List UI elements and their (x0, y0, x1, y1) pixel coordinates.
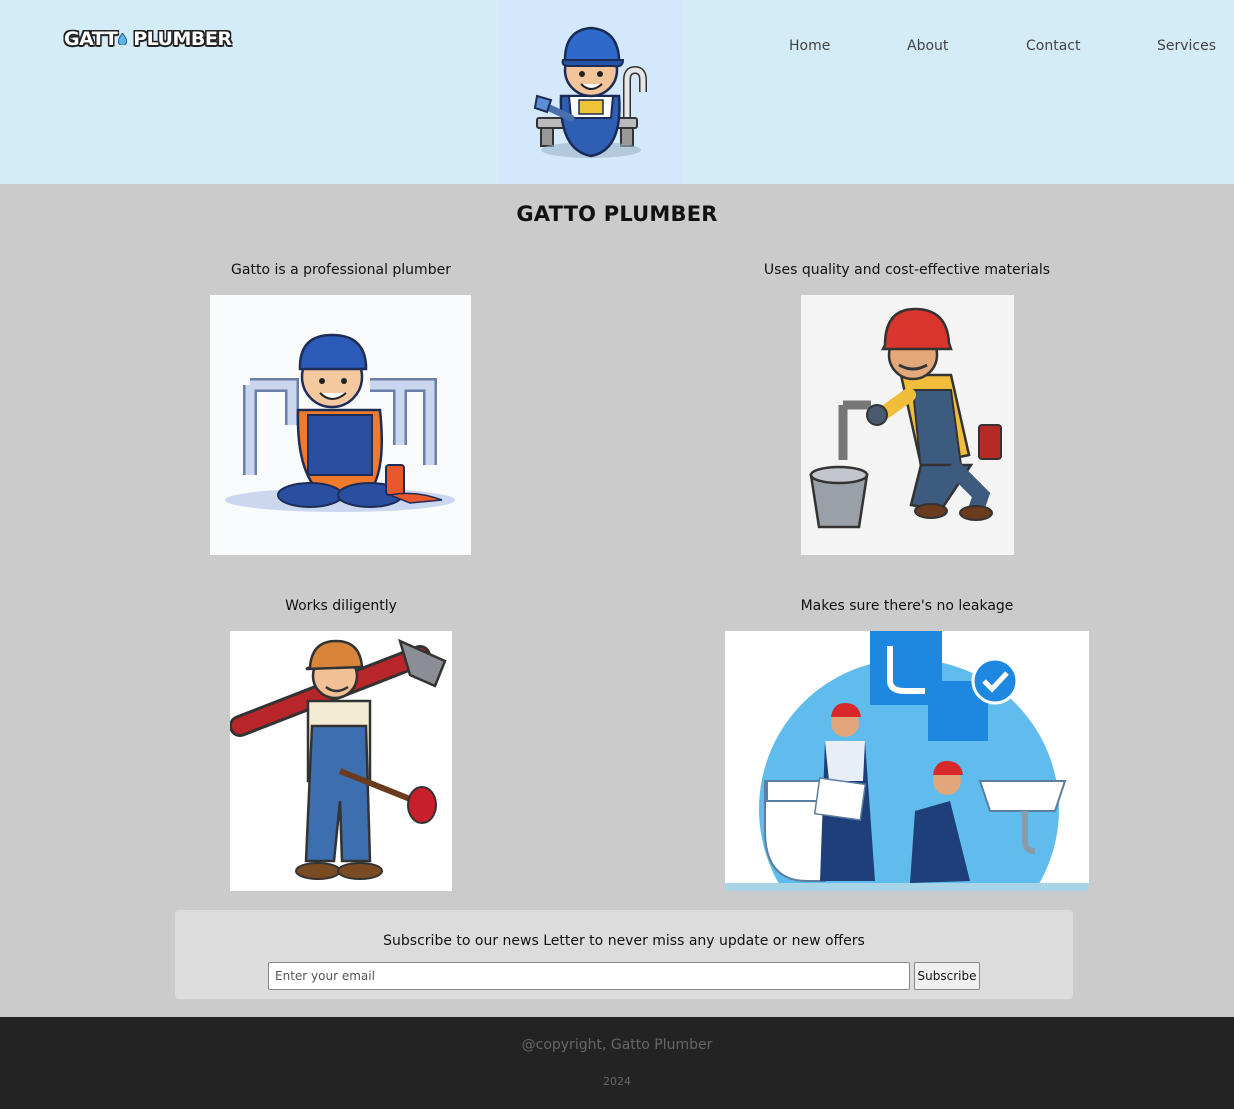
nav-about[interactable]: About (907, 38, 948, 54)
card-caption-leakage: Makes sure there's no leakage (800, 598, 1014, 614)
hero-plumber-image (499, 0, 682, 184)
page-title: GATTO PLUMBER (516, 202, 718, 226)
card-caption-materials: Uses quality and cost-effective material… (763, 262, 1051, 278)
plumber-crouching-image (801, 295, 1014, 555)
card-caption-professional: Gatto is a professional plumber (231, 262, 451, 278)
plumber-with-wrench-image (230, 631, 452, 891)
nav-contact[interactable]: Contact (1026, 38, 1080, 54)
email-field[interactable] (268, 962, 910, 990)
site-header: GATT PLUMBER Home About Contact Services (0, 0, 1234, 184)
copyright-year: 2024 (603, 1075, 631, 1088)
nav-services[interactable]: Services (1157, 38, 1216, 54)
plumbers-bathroom-image (725, 631, 1089, 891)
newsletter-text: Subscribe to our news Letter to never mi… (383, 933, 865, 949)
subscribe-button[interactable]: Subscribe (914, 962, 980, 990)
main-nav: Home About Contact Services (0, 38, 1234, 58)
newsletter-box: Subscribe to our news Letter to never mi… (175, 910, 1073, 999)
site-footer: @copyright, Gatto Plumber 2024 (0, 1017, 1234, 1109)
copyright-text: @copyright, Gatto Plumber (521, 1037, 713, 1053)
card-caption-diligent: Works diligently (285, 598, 397, 614)
plumber-sitting-image (210, 295, 471, 555)
nav-home[interactable]: Home (789, 38, 830, 54)
